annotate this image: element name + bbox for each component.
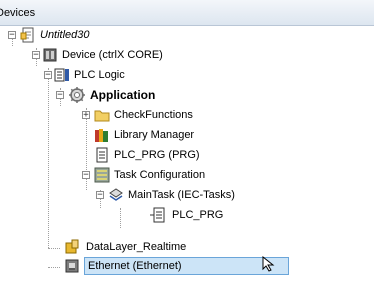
library-books-icon: [95, 129, 108, 142]
collapse-toggle[interactable]: −: [44, 71, 52, 80]
tree-item-label: Untitled30: [40, 29, 90, 41]
program-call-icon: [150, 207, 165, 223]
tree-item-label: Library Manager: [114, 129, 195, 141]
datalayer-icon: [65, 239, 79, 254]
project-icon: [20, 27, 34, 43]
tree-item-label: Device (ctrlX CORE): [62, 49, 163, 61]
tree-item-label: MainTask (IEC-Tasks): [128, 189, 235, 201]
device-tree: − Untitled30 − Device (ctrlX CORE) − PLC…: [0, 26, 374, 298]
folder-icon: [94, 110, 110, 122]
tree-item-label: Ethernet (Ethernet): [88, 260, 182, 272]
task-configuration-icon: [94, 167, 110, 183]
mouse-cursor-icon: [262, 256, 275, 272]
collapse-toggle[interactable]: −: [32, 51, 40, 60]
task-icon: [109, 188, 123, 201]
collapse-toggle[interactable]: −: [82, 171, 90, 180]
application-gear-icon: [69, 87, 85, 103]
device-icon: [43, 48, 57, 62]
tree-item-label: CheckFunctions: [114, 109, 193, 121]
tree-line: [120, 208, 121, 228]
tree-item-label: Application: [90, 88, 156, 102]
program-document-icon: [96, 147, 108, 163]
tree-line: [48, 248, 60, 249]
panel-title: Devices: [0, 7, 36, 19]
tree-item-label: DataLayer_Realtime: [86, 241, 187, 253]
tree-item-label: PLC Logic: [74, 69, 125, 81]
ethernet-icon: [65, 259, 79, 273]
plc-logic-icon: [54, 68, 69, 82]
tree-item-label: PLC_PRG: [172, 209, 224, 221]
devices-panel-header: Devices: [0, 0, 374, 26]
expand-toggle[interactable]: +: [82, 111, 90, 120]
collapse-toggle[interactable]: −: [96, 191, 104, 200]
tree-line: [48, 68, 49, 248]
collapse-toggle[interactable]: −: [56, 91, 64, 100]
tree-item-label: PLC_PRG (PRG): [114, 149, 200, 161]
tree-item-ethernet[interactable]: Ethernet (Ethernet): [0, 257, 290, 275]
collapse-toggle[interactable]: −: [8, 31, 16, 40]
tree-item-label: Task Configuration: [114, 169, 206, 181]
